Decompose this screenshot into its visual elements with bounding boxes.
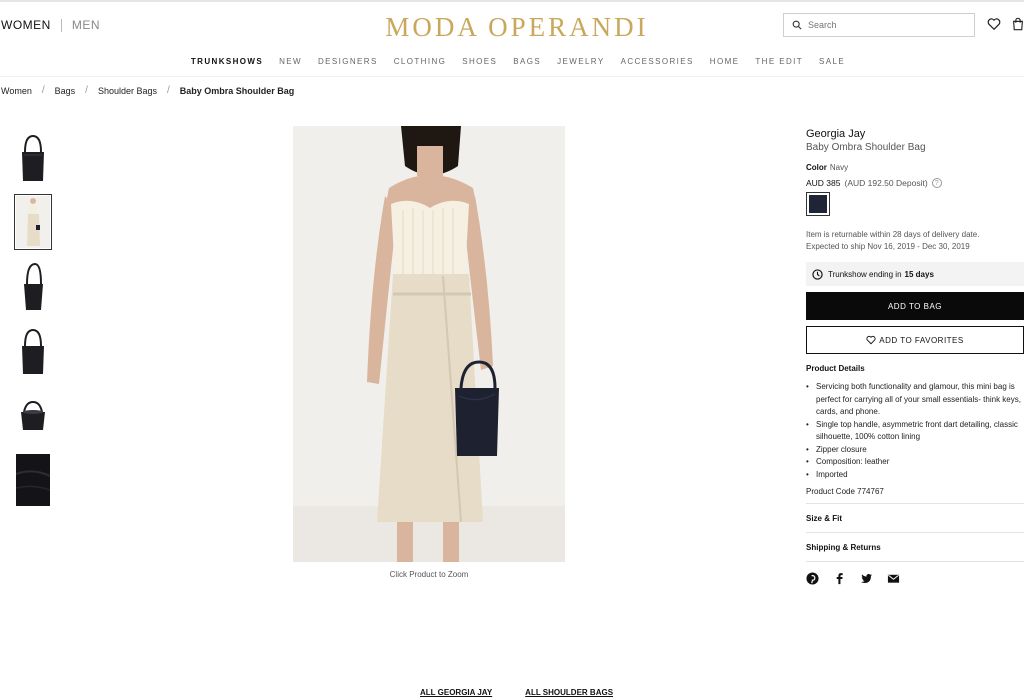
- main-nav: TRUNKSHOWS NEW DESIGNERS CLOTHING SHOES …: [0, 57, 1024, 66]
- size-fit-accordion[interactable]: Size & Fit: [806, 503, 1024, 532]
- product-code: Product Code 774767: [806, 487, 884, 496]
- detail-item: Single top handle, asymmetric front dart…: [806, 419, 1024, 444]
- swatch-fill: [809, 195, 827, 213]
- add-to-favorites-button[interactable]: ADD TO FAVORITES: [806, 326, 1024, 354]
- facebook-icon[interactable]: [833, 572, 846, 585]
- all-shoulder-bags-link[interactable]: ALL SHOULDER BAGS: [525, 688, 613, 697]
- nav-the-edit[interactable]: THE EDIT: [755, 57, 803, 66]
- price-row: AUD 385 (AUD 192.50 Deposit) ?: [806, 178, 942, 188]
- nav-trunkshows[interactable]: TRUNKSHOWS: [191, 57, 263, 66]
- email-icon[interactable]: [887, 572, 900, 585]
- color-row: Color Navy: [806, 163, 848, 172]
- bag-top-image: [21, 400, 45, 430]
- model-thumbnail-image: [16, 196, 50, 248]
- detail-item: Composition: leather: [806, 456, 1024, 469]
- color-label: Color: [806, 163, 827, 172]
- search-box[interactable]: [783, 13, 975, 37]
- product-name: Baby Ombra Shoulder Bag: [806, 142, 926, 153]
- breadcrumb-separator: /: [166, 85, 170, 96]
- all-designer-link[interactable]: ALL GEORGIA JAY: [420, 688, 492, 697]
- detail-item: Imported: [806, 469, 1024, 482]
- breadcrumb-bags[interactable]: Bags: [55, 86, 76, 96]
- returns-policy: Item is returnable within 28 days of del…: [806, 230, 980, 239]
- search-input[interactable]: [808, 20, 968, 30]
- pinterest-icon[interactable]: [806, 572, 819, 585]
- heart-icon: [866, 335, 876, 345]
- help-icon[interactable]: ?: [931, 178, 942, 188]
- bottom-links: ALL GEORGIA JAY ALL SHOULDER BAGS: [420, 688, 613, 697]
- nav-bags[interactable]: BAGS: [513, 57, 541, 66]
- color-swatch-navy[interactable]: [806, 192, 830, 216]
- trunkshow-banner: Trunkshow ending in 15 days: [806, 262, 1024, 286]
- nav-new[interactable]: NEW: [279, 57, 302, 66]
- shipping-returns-accordion[interactable]: Shipping & Returns: [806, 532, 1024, 561]
- returns-info: Item is returnable within 28 days of del…: [806, 229, 1024, 253]
- bag-side-image: [24, 262, 43, 310]
- breadcrumb-separator: /: [41, 85, 45, 96]
- nav-divider: [0, 76, 1024, 77]
- thumbnail-model[interactable]: [14, 194, 52, 250]
- detail-item: Zipper closure: [806, 444, 1024, 457]
- thumbnail-leather-detail[interactable]: [14, 452, 52, 508]
- breadcrumb-current: Baby Ombra Shoulder Bag: [179, 85, 295, 96]
- model-photo: [293, 126, 565, 562]
- ship-dates: Expected to ship Nov 16, 2019 - Dec 30, …: [806, 242, 970, 251]
- bag-front-image: [22, 134, 44, 181]
- nav-accessories[interactable]: ACCESSORIES: [621, 57, 694, 66]
- nav-jewelry[interactable]: JEWELRY: [557, 57, 604, 66]
- top-divider: [0, 0, 1024, 2]
- nav-shoes[interactable]: SHOES: [462, 57, 497, 66]
- thumbnail-bag-front-2[interactable]: [14, 322, 52, 378]
- color-value: Navy: [829, 163, 849, 172]
- breadcrumb-separator: /: [85, 85, 88, 96]
- heart-icon[interactable]: [987, 17, 1001, 31]
- trunkshow-text: Trunkshow ending in: [828, 269, 902, 279]
- add-to-favorites-label: ADD TO FAVORITES: [879, 335, 964, 345]
- thumbnail-bag-front[interactable]: [14, 130, 52, 186]
- deposit-amount: (AUD 192.50 Deposit): [844, 178, 928, 188]
- thumbnail-bag-side[interactable]: [14, 258, 52, 314]
- main-product-image[interactable]: [293, 126, 565, 562]
- accordion-divider: [806, 561, 1024, 562]
- trunkshow-days: 15 days: [904, 269, 934, 279]
- product-price: AUD 385: [806, 178, 841, 188]
- thumbnail-bag-top[interactable]: [14, 386, 52, 442]
- nav-sale[interactable]: SALE: [819, 57, 845, 66]
- product-details-title: Product Details: [806, 364, 865, 373]
- search-icon: [792, 20, 802, 30]
- share-icons: [806, 572, 900, 585]
- breadcrumb-women[interactable]: Women: [1, 86, 32, 96]
- breadcrumb-shoulder-bags[interactable]: Shoulder Bags: [98, 86, 157, 96]
- leather-detail-image: [16, 454, 50, 506]
- breadcrumb: Women / Bags / Shoulder Bags / Baby Ombr…: [1, 85, 294, 96]
- twitter-icon[interactable]: [860, 572, 873, 585]
- shopping-bag-icon[interactable]: [1011, 17, 1024, 31]
- nav-clothing[interactable]: CLOTHING: [394, 57, 447, 66]
- product-details-list: Servicing both functionality and glamour…: [806, 381, 1024, 481]
- zoom-hint: Click Product to Zoom: [389, 570, 469, 579]
- detail-item: Servicing both functionality and glamour…: [806, 381, 1024, 419]
- clock-icon: [812, 268, 823, 280]
- nav-designers[interactable]: DESIGNERS: [318, 57, 378, 66]
- add-to-bag-button[interactable]: ADD TO BAG: [806, 292, 1024, 320]
- nav-home[interactable]: HOME: [710, 57, 740, 66]
- bag-front-2-image: [22, 328, 44, 374]
- product-brand[interactable]: Georgia Jay: [806, 128, 865, 140]
